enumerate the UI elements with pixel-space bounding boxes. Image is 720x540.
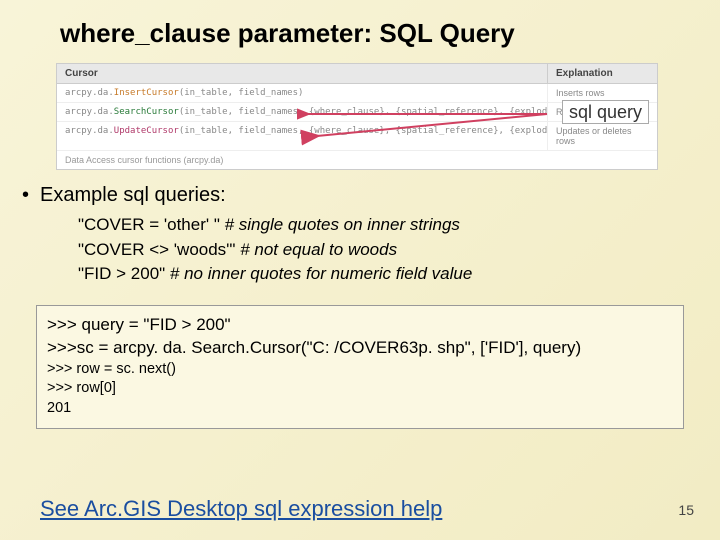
code-box: >>> query = "FID > 200" >>>sc = arcpy. d… [36, 305, 684, 430]
example-comment: # no inner quotes for numeric field valu… [170, 264, 472, 283]
insertcursor-keyword: InsertCursor [114, 88, 179, 98]
code-line: >>> row = sc. next() [47, 360, 673, 380]
table-cell: Updates or deletes rows [547, 122, 657, 150]
table-row: arcpy.da.SearchCursor(in_table, field_na… [57, 103, 657, 122]
table-cell: arcpy.da.SearchCursor(in_table, field_na… [57, 103, 547, 121]
table-cell: arcpy.da.UpdateCursor(in_table, field_na… [57, 122, 547, 150]
table-cell: arcpy.da.InsertCursor(in_table, field_na… [57, 84, 547, 102]
example-line: "COVER <> 'woods'" # not equal to woods [78, 238, 720, 263]
help-link[interactable]: See Arc.GIS Desktop sql expression help [40, 496, 442, 522]
code-line: >>>sc = arcpy. da. Search.Cursor("C: /CO… [47, 337, 673, 360]
table-header-explanation: Explanation [547, 64, 657, 83]
bullet-icon: • [22, 184, 40, 207]
example-line: "FID > 200" # no inner quotes for numeri… [78, 262, 720, 287]
cursor-table: Cursor Explanation arcpy.da.InsertCursor… [56, 63, 658, 170]
updatecursor-keyword: UpdateCursor [114, 126, 179, 136]
slide-title: where_clause parameter: SQL Query [0, 0, 720, 59]
code-line: >>> row[0] [47, 379, 673, 399]
table-footer: Data Access cursor functions (arcpy.da) [57, 151, 657, 169]
bullet-example-heading: • Example sql queries: [0, 176, 720, 209]
table-header-row: Cursor Explanation [57, 64, 657, 84]
code-line: 201 [47, 399, 673, 419]
example-line: "COVER = 'other' " # single quotes on in… [78, 213, 720, 238]
table-row: arcpy.da.InsertCursor(in_table, field_na… [57, 84, 657, 103]
table-cell: Inserts rows [547, 84, 657, 102]
table-header-cursor: Cursor [57, 64, 547, 83]
table-cell: Read-only access [547, 103, 657, 121]
bullet-text: Example sql queries: [40, 184, 226, 207]
example-comment: # not equal to woods [240, 240, 397, 259]
table-row: arcpy.da.UpdateCursor(in_table, field_na… [57, 122, 657, 151]
code-line: >>> query = "FID > 200" [47, 314, 673, 337]
page-number: 15 [678, 502, 694, 518]
example-list: "COVER = 'other' " # single quotes on in… [0, 209, 720, 287]
searchcursor-keyword: SearchCursor [114, 107, 179, 117]
example-comment: # single quotes on inner strings [225, 215, 460, 234]
